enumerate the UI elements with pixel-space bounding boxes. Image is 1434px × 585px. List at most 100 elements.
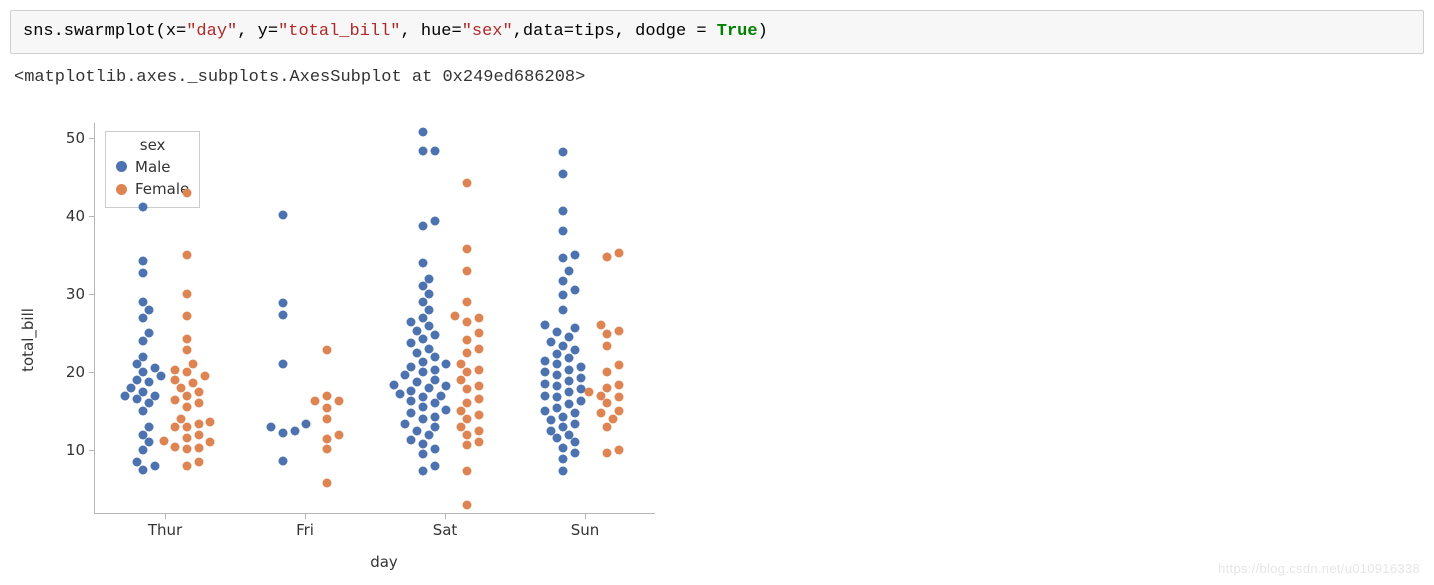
data-point xyxy=(401,371,410,380)
data-point xyxy=(323,346,332,355)
data-point xyxy=(463,318,472,327)
data-point xyxy=(144,305,153,314)
data-point xyxy=(553,360,562,369)
data-point xyxy=(430,445,439,454)
data-point xyxy=(194,430,203,439)
data-point xyxy=(541,407,550,416)
data-point xyxy=(559,254,568,263)
data-point xyxy=(430,399,439,408)
data-point xyxy=(194,457,203,466)
data-point xyxy=(323,414,332,423)
ytick-label: 50 xyxy=(66,129,85,147)
data-point xyxy=(419,467,428,476)
data-point xyxy=(127,383,136,392)
data-point xyxy=(541,368,550,377)
data-point xyxy=(139,368,148,377)
data-point xyxy=(267,422,276,431)
ytick-label: 30 xyxy=(66,285,85,303)
data-point xyxy=(553,382,562,391)
data-point xyxy=(323,403,332,412)
data-point xyxy=(188,379,197,388)
data-point xyxy=(541,379,550,388)
data-point xyxy=(419,368,428,377)
data-point xyxy=(139,407,148,416)
data-point xyxy=(430,365,439,374)
data-point xyxy=(457,407,466,416)
legend-label-female: Female xyxy=(135,178,189,201)
xtick-label: Fri xyxy=(296,521,314,539)
data-point xyxy=(194,443,203,452)
data-point xyxy=(334,396,343,405)
data-point xyxy=(559,226,568,235)
data-point xyxy=(183,422,192,431)
data-point xyxy=(407,318,416,327)
data-point xyxy=(597,391,606,400)
xtick-label: Sat xyxy=(433,521,458,539)
data-point xyxy=(603,383,612,392)
output-repr: <matplotlib.axes._subplots.AxesSubplot a… xyxy=(10,54,1424,91)
data-point xyxy=(576,385,585,394)
data-point xyxy=(597,408,606,417)
watermark: https://blog.csdn.net/u010916338 xyxy=(1218,561,1420,576)
data-point xyxy=(614,407,623,416)
legend-label-male: Male xyxy=(135,156,171,179)
data-point xyxy=(177,414,186,423)
data-point xyxy=(139,297,148,306)
data-point xyxy=(463,500,472,509)
data-point xyxy=(407,339,416,348)
data-point xyxy=(413,426,422,435)
data-point xyxy=(407,362,416,371)
data-point xyxy=(156,372,165,381)
data-point xyxy=(570,346,579,355)
data-point xyxy=(585,387,594,396)
data-point xyxy=(442,382,451,391)
x-axis-label: day xyxy=(370,553,398,571)
data-point xyxy=(171,442,180,451)
data-point xyxy=(597,321,606,330)
data-point xyxy=(457,422,466,431)
data-point xyxy=(564,267,573,276)
data-point xyxy=(413,348,422,357)
data-point xyxy=(279,428,288,437)
data-point xyxy=(144,329,153,338)
data-point xyxy=(457,360,466,369)
data-point xyxy=(570,286,579,295)
data-point xyxy=(133,457,142,466)
data-point xyxy=(564,377,573,386)
data-point xyxy=(419,127,428,136)
data-point xyxy=(564,354,573,363)
data-point xyxy=(177,383,186,392)
data-point xyxy=(559,148,568,157)
data-point xyxy=(576,396,585,405)
data-point xyxy=(570,251,579,260)
data-point xyxy=(389,380,398,389)
data-point xyxy=(553,327,562,336)
data-point xyxy=(559,276,568,285)
data-point xyxy=(183,368,192,377)
axes-area: sex Male Female 1020304050ThurFriSatSun xyxy=(94,123,655,514)
data-point xyxy=(474,395,483,404)
data-point xyxy=(570,324,579,333)
legend-item-male: Male xyxy=(116,156,189,179)
data-point xyxy=(463,441,472,450)
data-point xyxy=(474,329,483,338)
data-point xyxy=(419,313,428,322)
data-point xyxy=(474,438,483,447)
data-point xyxy=(559,169,568,178)
ytick-label: 20 xyxy=(66,363,85,381)
data-point xyxy=(559,455,568,464)
data-point xyxy=(279,311,288,320)
data-point xyxy=(603,399,612,408)
data-point xyxy=(463,266,472,275)
ytick-label: 40 xyxy=(66,207,85,225)
data-point xyxy=(407,408,416,417)
data-point xyxy=(614,248,623,257)
data-point xyxy=(559,467,568,476)
data-point xyxy=(419,414,428,423)
data-point xyxy=(559,290,568,299)
data-point xyxy=(194,399,203,408)
data-point xyxy=(603,252,612,261)
data-point xyxy=(183,434,192,443)
data-point xyxy=(171,375,180,384)
data-point xyxy=(430,216,439,225)
